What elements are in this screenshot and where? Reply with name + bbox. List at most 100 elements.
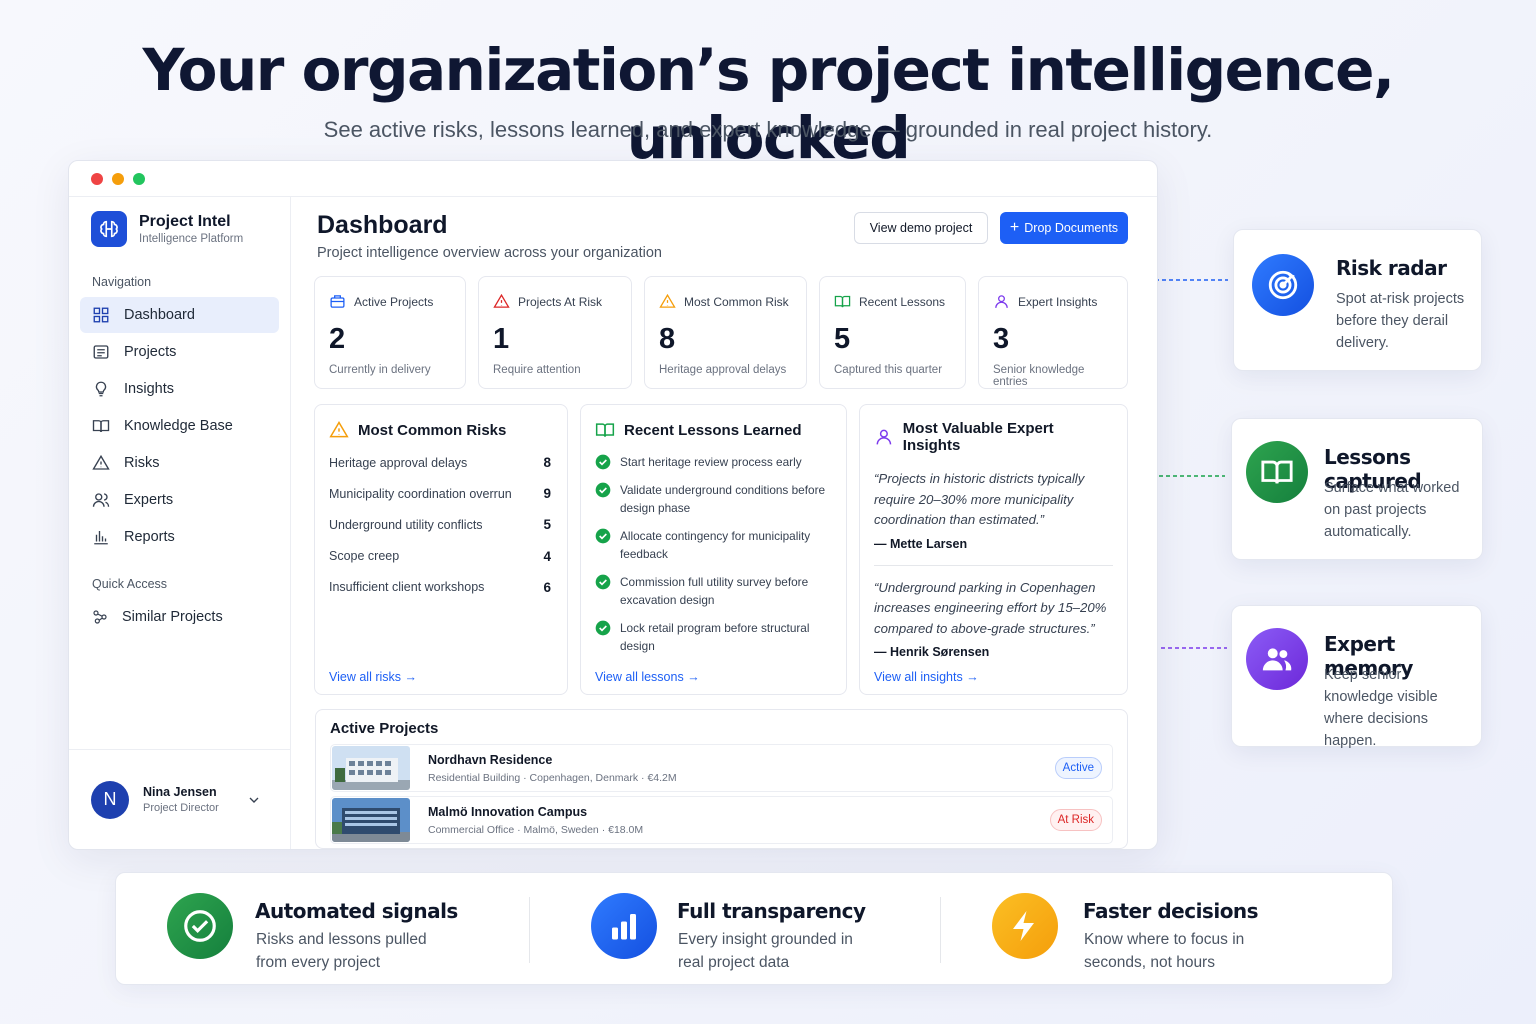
sidebar-item-experts[interactable]: Experts xyxy=(80,482,279,518)
project-row[interactable]: Nordhavn Residence Residential Building … xyxy=(330,744,1113,792)
risk-row[interactable]: Scope creep 4 xyxy=(329,541,553,572)
sidebar-item-label: Reports xyxy=(124,529,175,545)
link-label: View all lessons xyxy=(595,670,684,684)
book-icon xyxy=(595,423,615,437)
most-common-risks-panel: Most Common Risks Heritage approval dela… xyxy=(314,404,568,695)
warning-icon xyxy=(493,293,510,308)
feature-text: Know where to focus in seconds, not hour… xyxy=(1084,931,1245,971)
stat-description: Heritage approval delays xyxy=(659,364,787,376)
lesson-text: Commission full utility survey before ex… xyxy=(620,575,809,607)
check-circle-icon xyxy=(595,454,611,470)
window-titlebar xyxy=(69,161,1157,197)
expert-memory-card: Expert memory Keep senior knowledge visi… xyxy=(1231,605,1482,749)
users-icon xyxy=(1246,628,1308,690)
risk-count: 8 xyxy=(543,455,551,471)
user-icon xyxy=(995,295,1008,308)
link-nodes-icon xyxy=(93,610,107,624)
risk-name: Underground utility conflicts xyxy=(329,517,483,532)
lesson-item[interactable]: Validate underground conditions before d… xyxy=(595,481,832,517)
lesson-item[interactable]: Commission full utility survey before ex… xyxy=(595,573,832,609)
features-bar: Automated signals Risks and lessons pull… xyxy=(115,872,1393,985)
sidebar-item-label: Risks xyxy=(124,455,160,471)
stat-card-recent-lessons[interactable]: Recent Lessons 5 Captured this quarter xyxy=(819,276,966,389)
user-profile[interactable]: N Nina Jensen Project Director xyxy=(69,749,290,849)
close-window-dot[interactable] xyxy=(91,172,103,185)
stat-label: Projects At Risk xyxy=(518,294,603,309)
panel-title: Recent Lessons Learned xyxy=(624,421,802,439)
sidebar-item-knowledge-base[interactable]: Knowledge Base xyxy=(80,408,279,444)
link-label: View all risks xyxy=(329,670,402,684)
check-circle-icon xyxy=(167,893,233,959)
brain-logo-icon xyxy=(91,211,127,247)
check-circle-icon xyxy=(595,620,611,636)
sidebar-item-risks[interactable]: Risks xyxy=(80,445,279,481)
main-content: Dashboard Project intelligence overview … xyxy=(292,197,1157,849)
book-icon xyxy=(834,295,851,308)
lesson-text: Allocate contingency for municipality fe… xyxy=(620,529,811,561)
risk-row[interactable]: Municipality coordination overrun 9 xyxy=(329,478,553,509)
feature-title: Full transparency xyxy=(677,899,866,923)
quick-access-label: Quick Access xyxy=(92,577,168,591)
bar-chart-icon xyxy=(94,531,108,545)
avatar: N xyxy=(91,780,129,819)
risk-count: 5 xyxy=(543,517,551,533)
project-row[interactable]: Malmö Innovation Campus Commercial Offic… xyxy=(330,796,1113,844)
stat-card-most-common-risk[interactable]: Most Common Risk 8 Heritage approval del… xyxy=(644,276,807,389)
sidebar-item-dashboard[interactable]: Dashboard xyxy=(80,297,279,333)
risk-count: 4 xyxy=(543,548,551,564)
users-icon xyxy=(92,493,110,507)
warning-icon xyxy=(329,421,349,438)
grid-icon xyxy=(93,307,109,323)
card-text: Spot at-risk projects before they derail… xyxy=(1336,291,1465,351)
arrow-right-icon: → xyxy=(966,670,979,684)
building-thumbnail xyxy=(332,798,410,842)
lesson-item[interactable]: Start heritage review process early xyxy=(595,453,832,471)
sidebar-item-reports[interactable]: Reports xyxy=(80,519,279,555)
feature-full-transparency: Full transparency Every insight grounded… xyxy=(530,873,940,986)
stat-label: Recent Lessons xyxy=(859,294,946,309)
book-icon xyxy=(92,420,110,433)
feature-text: Every insight grounded in real project d… xyxy=(678,931,853,971)
sidebar-item-projects[interactable]: Projects xyxy=(80,334,279,370)
page-title: Dashboard xyxy=(317,211,448,239)
minimize-window-dot[interactable] xyxy=(112,172,124,185)
nav-section-label: Navigation xyxy=(92,275,152,289)
sidebar-item-label: Experts xyxy=(124,492,174,508)
stat-card-expert-insights[interactable]: Expert Insights 3 Senior knowledge entri… xyxy=(978,276,1128,389)
drop-documents-button[interactable]: + Drop Documents xyxy=(1000,212,1128,244)
stat-value: 8 xyxy=(659,323,676,355)
brand[interactable]: Project Intel Intelligence Platform xyxy=(69,197,290,261)
sidebar-item-similar-projects[interactable]: Similar Projects xyxy=(80,599,279,635)
sidebar-item-insights[interactable]: Insights xyxy=(80,371,279,407)
stat-label: Active Projects xyxy=(354,294,434,309)
list-icon xyxy=(93,345,109,359)
risk-count: 6 xyxy=(543,579,551,595)
risk-name: Municipality coordination overrun xyxy=(329,486,512,501)
page-subtitle: Project intelligence overview across you… xyxy=(317,245,662,261)
lesson-item[interactable]: Lock retail program before structural de… xyxy=(595,619,832,655)
stat-card-active-projects[interactable]: Active Projects 2 Currently in delivery xyxy=(314,276,466,389)
project-name: Nordhavn Residence xyxy=(428,752,553,767)
risk-row[interactable]: Heritage approval delays 8 xyxy=(329,447,553,478)
plus-icon: + xyxy=(1009,219,1020,236)
status-badge: At Risk xyxy=(1049,809,1102,831)
view-all-insights-link[interactable]: View all insights → xyxy=(874,670,979,684)
feature-faster-decisions: Faster decisions Know where to focus in … xyxy=(941,873,1391,986)
active-projects-panel: Active Projects Nordhavn Residence Resid… xyxy=(315,709,1128,849)
lesson-item[interactable]: Allocate contingency for municipality fe… xyxy=(595,527,832,563)
view-all-lessons-link[interactable]: View all lessons → xyxy=(595,670,700,684)
maximize-window-dot[interactable] xyxy=(133,172,145,185)
risk-count: 9 xyxy=(543,486,551,502)
view-all-risks-link[interactable]: View all risks → xyxy=(329,670,417,684)
divider xyxy=(874,564,1113,566)
risk-row[interactable]: Insufficient client workshops 6 xyxy=(329,572,553,603)
stat-card-projects-at-risk[interactable]: Projects At Risk 1 Require attention xyxy=(478,276,632,389)
insight-author: — Mette Larsen xyxy=(874,536,968,551)
feature-title: Faster decisions xyxy=(1083,899,1259,923)
project-meta: Commercial Office · Malmö, Sweden · €18.… xyxy=(428,823,644,836)
chevron-down-icon[interactable] xyxy=(246,792,262,808)
risk-row[interactable]: Underground utility conflicts 5 xyxy=(329,509,553,540)
sidebar: Project Intel Intelligence Platform Navi… xyxy=(69,197,291,849)
stat-label: Most Common Risk xyxy=(684,294,789,309)
view-demo-project-button[interactable]: View demo project xyxy=(854,212,988,244)
